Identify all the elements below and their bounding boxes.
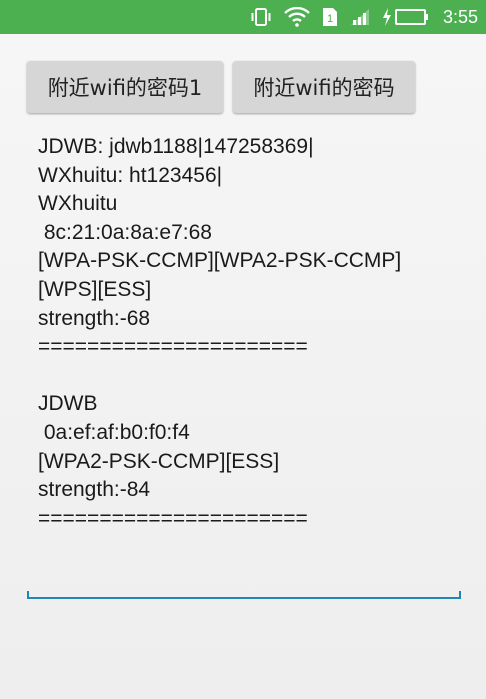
result-line: [WPS][ESS] [38, 277, 152, 301]
signal-icon [350, 8, 370, 26]
result-line: WXhuitu: ht123456| [38, 163, 223, 187]
result-line: [WPA2-PSK-CCMP][ESS] [38, 449, 280, 473]
result-line: 0a:ef:af:b0:f0:f4 [38, 420, 190, 444]
result-line: ====================== [38, 335, 308, 359]
result-line: ====================== [38, 506, 308, 530]
status-bar: 1 3:55 [0, 0, 486, 34]
text-input-field[interactable] [27, 591, 461, 599]
battery-icon [394, 9, 429, 25]
result-line: 8c:21:0a:8a:e7:68 [38, 220, 212, 244]
result-line: JDWB: jdwb1188|147258369| [38, 135, 314, 158]
result-line: [WPA-PSK-CCMP][WPA2-PSK-CCMP] [38, 249, 402, 273]
main-content: 附近wifi的密码1 附近wifi的密码 JDWB: jdwb1188|1472… [0, 34, 486, 699]
sim-1-icon: 1 [322, 7, 338, 27]
charging-bolt-icon [382, 8, 392, 26]
result-line: WXhuitu [38, 192, 118, 216]
result-line [38, 362, 468, 391]
result-line: strength:-84 [38, 478, 151, 502]
svg-text:1: 1 [327, 13, 333, 25]
vibrate-icon [250, 8, 272, 26]
nearby-wifi-passwords-1-button[interactable]: 附近wifi的密码1 [27, 61, 223, 113]
nearby-wifi-passwords-button[interactable]: 附近wifi的密码 [233, 61, 415, 113]
status-time: 3:55 [442, 6, 478, 27]
wifi-icon [284, 7, 310, 27]
battery-charging [382, 8, 429, 26]
result-line: strength:-68 [38, 306, 151, 330]
status-icons: 1 3:55 [250, 0, 478, 34]
wifi-results-text: JDWB: jdwb1188|147258369| WXhuitu: ht1234… [38, 133, 468, 533]
result-line: JDWB [38, 392, 98, 416]
